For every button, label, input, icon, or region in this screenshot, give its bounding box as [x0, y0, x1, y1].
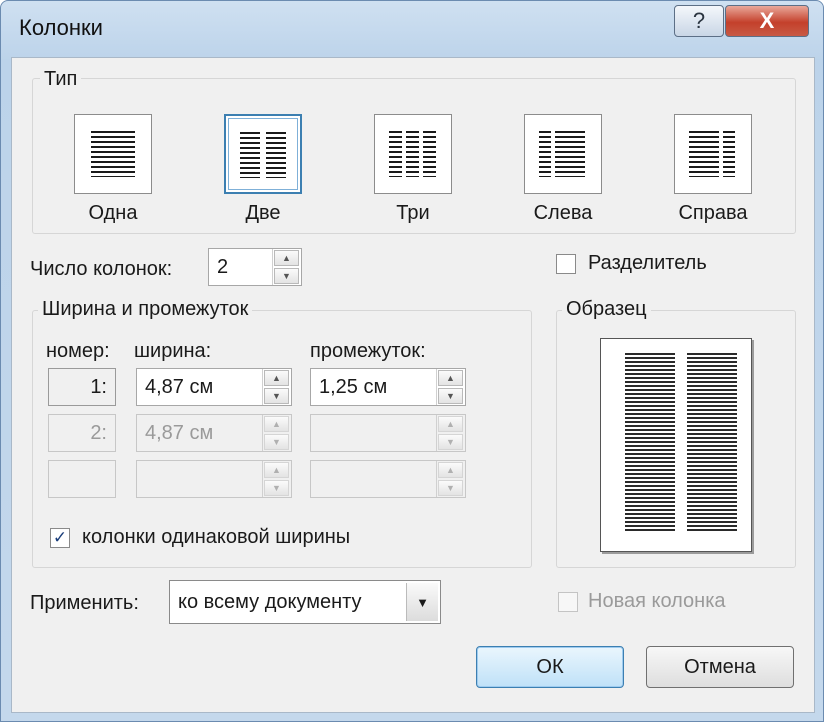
spin-up-icon: ▲	[264, 416, 289, 432]
dialog-title: Колонки	[19, 15, 103, 40]
preset-left-button[interactable]	[524, 114, 602, 194]
cancel-button[interactable]: Отмена	[646, 646, 794, 688]
equal-width-checkbox[interactable]: ✓	[50, 528, 70, 548]
apply-select-value: ко всему документу	[178, 591, 362, 613]
columns-count-spinner[interactable]: ▲ ▼	[272, 249, 300, 285]
dialog-body: Тип Одна Две Три Слева Справа Число коло…	[11, 57, 815, 713]
row-number-2-text: 2:	[90, 422, 107, 444]
preview-page	[600, 338, 752, 552]
row-3-width-spinner: ▲ ▼	[262, 461, 290, 497]
separator-label: Разделитель	[588, 252, 707, 274]
preset-right-button[interactable]	[674, 114, 752, 194]
dropdown-arrow-icon[interactable]: ▼	[406, 583, 438, 621]
close-button[interactable]: X	[725, 5, 809, 37]
spin-up-icon[interactable]: ▲	[438, 370, 463, 386]
spin-up-icon[interactable]: ▲	[264, 370, 289, 386]
help-icon: ?	[692, 8, 706, 33]
spin-up-icon: ▲	[264, 462, 289, 478]
row-number-1-text: 1:	[90, 376, 107, 398]
new-column-label: Новая колонка	[588, 590, 726, 612]
preset-left-icon-narrow	[539, 131, 551, 177]
ok-button[interactable]: ОК	[476, 646, 624, 688]
preset-one-icon	[91, 131, 135, 177]
cancel-button-label: Отмена	[684, 655, 756, 678]
columns-count-value: 2	[217, 256, 229, 278]
title-bar[interactable]: Колонки ? X	[1, 1, 824, 57]
row-number-3	[48, 460, 116, 498]
header-width: ширина:	[134, 340, 212, 362]
apply-label: Применить:	[30, 592, 139, 614]
preset-three-label: Три	[396, 202, 430, 224]
equal-width-label: колонки одинаковой ширины	[82, 526, 351, 548]
spin-down-icon: ▼	[264, 434, 289, 450]
row-1-width-value: 4,87 см	[145, 376, 214, 398]
type-group-label: Тип	[40, 68, 82, 91]
row-3-spacing-spinner: ▲ ▼	[436, 461, 464, 497]
preset-two-icon-left	[240, 132, 260, 178]
preview-column-1	[625, 353, 675, 531]
row-1-spacing-value: 1,25 см	[319, 376, 388, 398]
preset-two-label: Две	[245, 202, 281, 224]
width-spacing-group-label: Ширина и промежуток	[38, 298, 253, 321]
check-icon: ✓	[52, 528, 68, 547]
preset-right-label: Справа	[678, 202, 748, 224]
preset-two-button[interactable]	[224, 114, 302, 194]
row-2-spacing-spinner: ▲ ▼	[436, 415, 464, 451]
preset-three-button[interactable]	[374, 114, 452, 194]
header-spacing: промежуток:	[310, 340, 426, 362]
columns-dialog: Колонки ? X Тип Одна Две Три Слева Справ…	[0, 0, 824, 722]
preview-column-2	[687, 353, 737, 531]
spin-down-icon: ▼	[438, 434, 463, 450]
preset-three-icon-a	[389, 131, 402, 177]
separator-checkbox[interactable]	[556, 254, 576, 274]
row-2-width-spinner: ▲ ▼	[262, 415, 290, 451]
row-number-2: 2:	[48, 414, 116, 452]
header-number: номер:	[46, 340, 110, 362]
row-2-width-value: 4,87 см	[145, 422, 214, 444]
help-button[interactable]: ?	[674, 5, 724, 37]
row-1-width-spinner[interactable]: ▲ ▼	[262, 369, 290, 405]
chevron-down-icon: ▼	[416, 594, 429, 610]
apply-select[interactable]: ко всему документу ▼	[169, 580, 441, 624]
new-column-checkbox	[558, 592, 578, 612]
spin-down-icon: ▼	[264, 480, 289, 496]
row-number-1: 1:	[48, 368, 116, 406]
row-1-spacing-spinner[interactable]: ▲ ▼	[436, 369, 464, 405]
spin-down-icon[interactable]: ▼	[438, 388, 463, 404]
preset-left-icon-wide	[555, 131, 585, 177]
spin-up-icon: ▲	[438, 416, 463, 432]
spin-up-icon[interactable]: ▲	[274, 250, 299, 266]
preview-group-label: Образец	[562, 298, 651, 321]
preset-three-icon-c	[423, 131, 436, 177]
close-icon: X	[759, 8, 775, 33]
columns-count-label: Число колонок:	[30, 258, 173, 280]
preset-one-label: Одна	[88, 202, 138, 224]
preset-three-icon-b	[406, 131, 419, 177]
preset-two-icon-right	[266, 132, 286, 178]
preset-right-icon-narrow	[723, 131, 735, 177]
preset-right-icon-wide	[689, 131, 719, 177]
spin-down-icon[interactable]: ▼	[274, 268, 299, 284]
ok-button-label: ОК	[536, 655, 564, 678]
spin-up-icon: ▲	[438, 462, 463, 478]
preset-left-label: Слева	[533, 202, 593, 224]
spin-down-icon[interactable]: ▼	[264, 388, 289, 404]
preset-one-button[interactable]	[74, 114, 152, 194]
spin-down-icon: ▼	[438, 480, 463, 496]
